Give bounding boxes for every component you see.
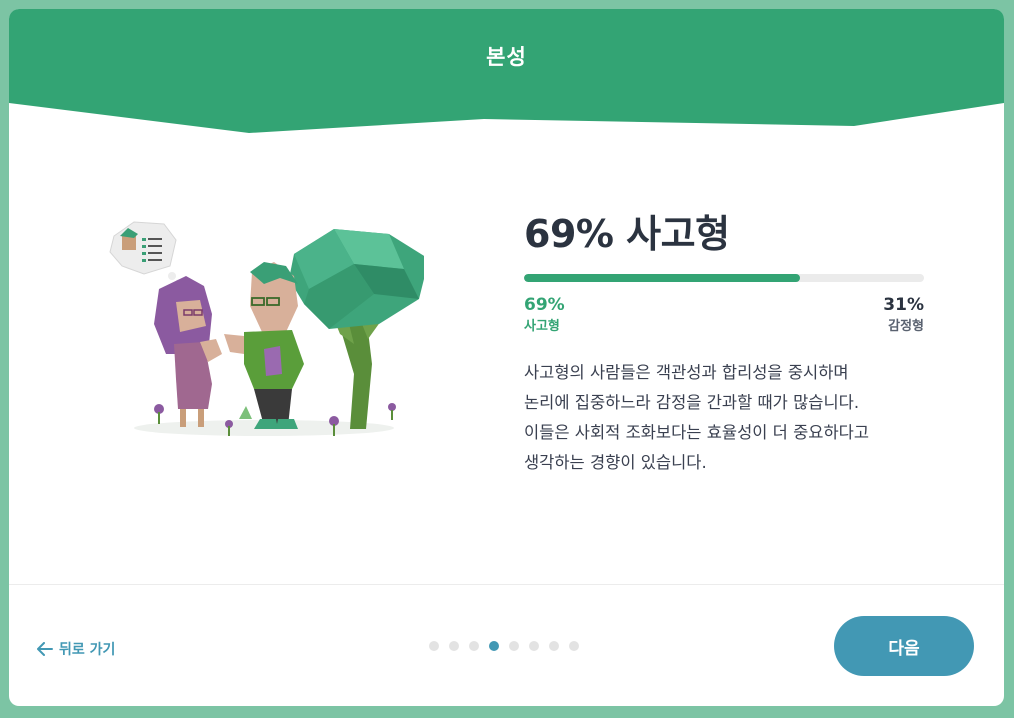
pagination-dot — [449, 641, 459, 651]
pagination-dot-active — [489, 641, 499, 651]
trait-left-label: 사고형 — [524, 319, 560, 334]
arrow-left-icon — [37, 642, 53, 656]
trait-left: 69% 사고형 — [524, 294, 565, 338]
back-button[interactable]: 뒤로 가기 — [37, 639, 115, 659]
header-title: 본성 — [486, 45, 527, 69]
result-panel: 69% 사고형 69% 사고형 31% 감정형 사고형의 사람들은 객관성과 합… — [524, 209, 924, 478]
pagination-dot — [549, 641, 559, 651]
next-button[interactable]: 다음 — [834, 616, 974, 676]
header-banner: 본성 — [9, 9, 1004, 149]
description-line: 사고형의 사람들은 객관성과 합리성을 중시하며 — [524, 363, 849, 382]
trait-labels: 69% 사고형 31% 감정형 — [524, 294, 924, 344]
result-description: 사고형의 사람들은 객관성과 합리성을 중시하며 논리에 집중하느라 감정을 간… — [524, 358, 924, 478]
pagination-dot — [569, 641, 579, 651]
description-line: 생각하는 경향이 있습니다. — [524, 453, 707, 472]
footer-divider — [9, 584, 1004, 585]
pagination-dot — [529, 641, 539, 651]
trait-right-label: 감정형 — [888, 319, 924, 334]
pagination-dot — [509, 641, 519, 651]
trait-right-percent: 31% — [883, 295, 924, 315]
result-headline: 69% 사고형 — [524, 212, 730, 256]
result-card: 본성 69% 사고형 69% 사고형 31% 감정형 사고형의 사람들은 객관성… — [9, 9, 1004, 706]
trait-progress-fill — [524, 274, 800, 282]
description-line: 이들은 사회적 조화보다는 효율성이 더 중요하다고 — [524, 423, 870, 442]
back-button-label: 뒤로 가기 — [59, 642, 116, 658]
pagination-dots — [429, 641, 589, 651]
pagination-dot — [469, 641, 479, 651]
description-line: 논리에 집중하느라 감정을 간과할 때가 많습니다. — [524, 393, 860, 412]
trait-left-percent: 69% — [524, 295, 565, 315]
thinking-couple-illustration — [104, 214, 429, 444]
trait-right: 31% 감정형 — [883, 294, 924, 338]
trait-progress-bar — [524, 274, 924, 282]
pagination-dot — [429, 641, 439, 651]
